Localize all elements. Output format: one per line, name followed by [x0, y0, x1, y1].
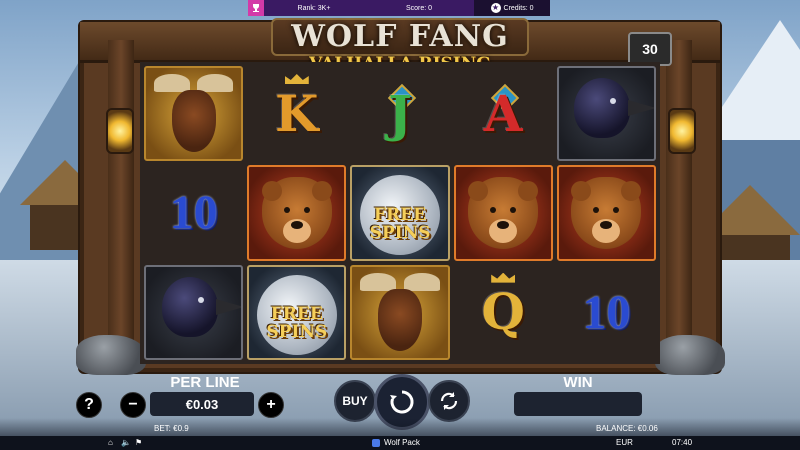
moose-icon	[146, 68, 241, 159]
brand-text: Wolf Pack	[384, 438, 420, 447]
rock-right	[655, 335, 725, 375]
autoplay-button[interactable]	[428, 380, 470, 422]
game-title: WOLF FANG	[271, 18, 529, 56]
raven-icon	[161, 276, 242, 337]
ten-symbol: 10	[169, 186, 218, 240]
line-counter-badge: 30	[628, 32, 672, 66]
frame-post-right	[666, 40, 692, 350]
letter-symbol: K	[275, 83, 319, 143]
per-line-label: PER LINE	[170, 374, 240, 391]
ten-symbol: 10	[582, 285, 631, 339]
autoplay-arrows-icon	[440, 392, 458, 410]
free-spins-label: FREE SPINS	[266, 304, 328, 343]
rock-left	[76, 335, 146, 375]
crown-icon	[284, 74, 309, 84]
per-line-value: €0.03	[150, 392, 254, 416]
free-spins-label: FREE SPINS	[369, 204, 431, 243]
balance-text: BALANCE: €0.06	[596, 424, 658, 433]
reel-symbol-moose	[144, 66, 244, 162]
bet-plus-button[interactable]: +	[258, 392, 284, 418]
reels-grid: K J A 10 FREE SPINS FREE SPINS Q 10	[140, 62, 660, 364]
reel-symbol-bear	[453, 165, 553, 261]
win-label: WIN	[563, 374, 593, 391]
reel-symbol-10: 10	[556, 264, 656, 360]
wolf-pack-logo-icon	[372, 439, 380, 447]
moose-icon	[352, 267, 447, 358]
rank-text: Rank: 3K+	[297, 4, 331, 12]
reel-symbol-moose	[350, 264, 450, 360]
bear-icon	[261, 177, 332, 250]
score-text: Score: 0	[405, 4, 433, 12]
reel-symbol-K: K	[247, 66, 347, 162]
player-status-bar: Rank: 3K+ Score: 0 ★ Credits: 0	[248, 0, 550, 16]
reel-symbol-Q: Q	[453, 264, 553, 360]
bet-minus-button[interactable]: −	[120, 392, 146, 418]
trophy-icon[interactable]	[248, 0, 264, 16]
help-button[interactable]: ?	[76, 392, 102, 418]
bet-total-text: BET: €0.9	[154, 424, 189, 433]
home-icon[interactable]: ⌂	[108, 438, 113, 447]
bear-icon	[571, 177, 642, 250]
credits-text: Credits: 0	[503, 4, 534, 12]
footer-bar: ⌂ 🔈 ⚑ Wolf Pack EUR 07:40	[0, 436, 800, 450]
speaker-icon[interactable]: 🔈	[121, 438, 131, 447]
frame-post-left	[108, 40, 134, 350]
lantern-left-icon	[106, 108, 134, 154]
win-value	[514, 392, 642, 416]
rabbit-icon[interactable]: ⚑	[135, 438, 142, 447]
letter-symbol: A	[483, 83, 523, 143]
letter-symbol: J	[388, 83, 412, 143]
buy-feature-button[interactable]: BUY	[334, 380, 376, 422]
raven-icon	[574, 78, 654, 138]
letter-symbol: Q	[481, 282, 525, 342]
reel-symbol-10: 10	[144, 165, 244, 261]
lantern-right-icon	[668, 108, 696, 154]
bear-icon	[468, 177, 539, 250]
crown-icon	[491, 272, 516, 283]
reel-symbol-bear	[247, 165, 347, 261]
credits-button[interactable]: ★ Credits: 0	[474, 0, 550, 16]
reel-symbol-free-spins: FREE SPINS	[247, 264, 347, 360]
currency-text: EUR	[616, 438, 633, 447]
reel-symbol-free-spins: FREE SPINS	[350, 165, 450, 261]
status-bar: BET: €0.9 BALANCE: €0.06	[0, 422, 800, 436]
reel-symbol-J: J	[350, 66, 450, 162]
spin-arrows-icon	[390, 390, 414, 414]
reel-symbol-A: A	[453, 66, 553, 162]
reel-symbol-bear	[556, 165, 656, 261]
reel-symbol-raven	[144, 264, 244, 360]
reel-symbol-raven	[556, 66, 656, 162]
clock-text: 07:40	[672, 438, 693, 447]
star-badge-icon: ★	[490, 3, 501, 13]
